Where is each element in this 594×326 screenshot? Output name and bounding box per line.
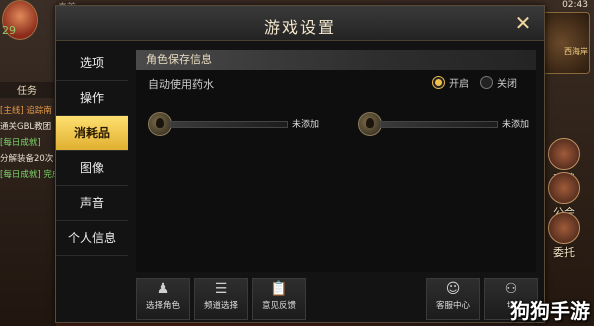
left-hud: 29 任务 [主线] 追踪南 通关GBL教团 [每日成就] 分解装备20次 [每日成就]… (0, 0, 60, 326)
potion-icon (366, 118, 374, 128)
tab-consumables[interactable]: 消耗品 (56, 116, 128, 151)
clock: 02:43 (562, 0, 588, 10)
auto-potion-label: 自动使用药水 (148, 78, 214, 91)
quest-item[interactable]: [主线] 追踪南 (0, 104, 52, 116)
player-level: 29 (2, 24, 16, 37)
person-icon: ♟ (156, 281, 170, 297)
potion-slot-knob[interactable] (148, 112, 172, 136)
minimap-label: 西海岸 (564, 47, 588, 56)
auto-potion-on-radio[interactable]: 开启 (432, 75, 469, 90)
tab-options[interactable]: 选项 (56, 46, 128, 81)
dialog-title: 游戏设置 (263, 18, 336, 37)
close-button[interactable]: ✕ (512, 12, 534, 34)
watermark: 狗狗手游 (510, 299, 590, 323)
task-tab[interactable]: 任务 (0, 82, 54, 98)
clipboard-icon: 📋 (270, 281, 288, 297)
commission-icon (548, 212, 580, 244)
radio-dot-icon (432, 76, 445, 89)
radio-label: 关闭 (497, 79, 517, 90)
list-icon: ☰ (214, 281, 228, 297)
customer-service-button[interactable]: ☺ 客服中心 (426, 278, 480, 320)
potion-slot-knob[interactable] (358, 112, 382, 136)
quest-item[interactable]: 分解装备20次 (0, 152, 53, 164)
headset-icon: ☺ (445, 281, 461, 297)
potion-slot-track[interactable] (380, 121, 498, 128)
button-label: 客服中心 (435, 301, 470, 311)
button-label: 意见反馈 (261, 301, 296, 311)
feedback-button[interactable]: 📋 意见反馈 (252, 278, 306, 320)
potion-slot-status: 未添加 (502, 120, 530, 130)
select-character-button[interactable]: ♟ 选择角色 (136, 278, 190, 320)
guild-icon (548, 172, 580, 204)
radio-dot-icon (480, 76, 493, 89)
settings-dialog: 游戏设置 ✕ 选项 操作 消耗品 图像 声音 个人信息 角色保存信息 自动使用药… (55, 5, 545, 323)
button-label: 频道选择 (203, 301, 238, 311)
section-title: 角色保存信息 (136, 50, 536, 70)
settings-tabs: 选项 操作 消耗品 图像 声音 个人信息 (56, 46, 128, 256)
quest-item[interactable]: [每日成就] 完成 (0, 168, 60, 180)
dialog-header: 游戏设置 ✕ (56, 6, 544, 41)
side-button-label: 委托 (553, 246, 575, 259)
swords-icon (548, 138, 580, 170)
settings-content: 角色保存信息 自动使用药水 开启 关闭 未添加 未添加 (136, 50, 536, 272)
auto-potion-off-radio[interactable]: 关闭 (480, 75, 517, 90)
tab-sound[interactable]: 声音 (56, 186, 128, 221)
button-label: 选择角色 (145, 301, 180, 311)
potion-slot-track[interactable] (170, 121, 288, 128)
radio-label: 开启 (449, 79, 469, 90)
side-button-commission[interactable]: 委托 (542, 212, 586, 260)
tab-controls[interactable]: 操作 (56, 81, 128, 116)
auto-potion-row: 自动使用药水 开启 关闭 (136, 70, 536, 96)
potion-slot-status: 未添加 (292, 120, 320, 130)
potion-icon (156, 118, 164, 128)
close-icon: ✕ (514, 11, 532, 35)
tab-graphics[interactable]: 图像 (56, 151, 128, 186)
channel-select-button[interactable]: ☰ 频道选择 (194, 278, 248, 320)
bottom-bar: ♟ 选择角色 ☰ 频道选择 📋 意见反馈 ☺ 客服中心 ⚇ 切 (136, 278, 538, 320)
quest-item[interactable]: [每日成就] (0, 136, 41, 148)
quest-item[interactable]: 通关GBL教团 (0, 120, 51, 132)
tab-personal-info[interactable]: 个人信息 (56, 221, 128, 256)
